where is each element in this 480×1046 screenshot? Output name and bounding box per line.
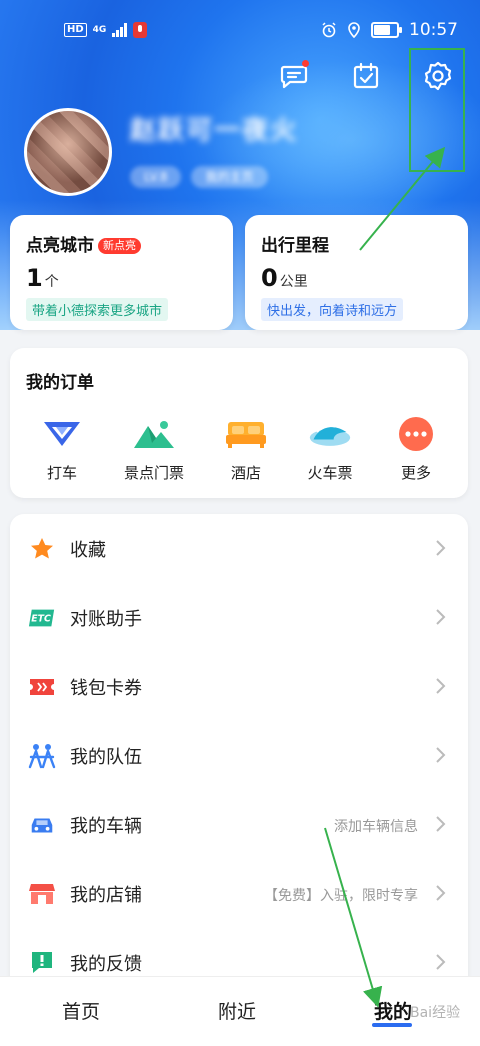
menu-item-wallet[interactable]: 钱包卡券 — [10, 652, 468, 721]
microphone-icon — [133, 22, 148, 38]
lit-cities-value: 1个 — [26, 264, 59, 292]
hotel-icon — [226, 422, 266, 448]
chevron-right-icon — [436, 678, 446, 694]
chevron-right-icon — [436, 816, 446, 832]
tab-nearby[interactable]: 附近 — [218, 997, 256, 1024]
order-more[interactable]: 更多 — [378, 416, 454, 483]
team-icon — [28, 744, 56, 769]
menu-hint: 添加车辆信息 — [334, 819, 418, 835]
chevron-right-icon — [436, 885, 446, 901]
order-label: 酒店 — [230, 464, 261, 482]
chevron-right-icon — [436, 609, 446, 625]
user-tags: LV.8 我的主页 — [130, 166, 268, 188]
avatar[interactable] — [24, 108, 112, 196]
svg-text:ETC: ETC — [31, 614, 51, 625]
tab-mine[interactable]: 我的 — [374, 997, 412, 1024]
chevron-right-icon — [436, 540, 446, 556]
order-scenic[interactable]: 景点门票 — [116, 416, 192, 483]
order-label: 景点门票 — [123, 464, 184, 482]
menu-item-shop[interactable]: 我的店铺 【免费】入驻，限时专享 — [10, 859, 468, 928]
star-icon — [31, 538, 53, 559]
menu-item-vehicle[interactable]: 我的车辆 添加车辆信息 — [10, 790, 468, 859]
user-nickname[interactable]: 赵跃可一夜火 — [130, 110, 310, 146]
checkin-button[interactable] — [348, 58, 384, 94]
lit-cities-title: 点亮城市 新点亮 — [26, 231, 168, 256]
etc-icon: ETC — [28, 609, 55, 627]
new-badge: 新点亮 — [98, 238, 141, 254]
coupon-icon — [30, 679, 54, 695]
user-tag[interactable]: 我的主页 — [191, 166, 268, 188]
checkin-icon — [353, 62, 379, 89]
active-tab-indicator — [372, 1023, 412, 1027]
mileage-title: 出行里程 — [261, 236, 329, 256]
unread-dot — [302, 60, 309, 67]
signal-icon — [112, 23, 128, 37]
message-button[interactable] — [276, 58, 312, 94]
menu-label: 钱包卡券 — [70, 678, 142, 699]
settings-highlight-box — [409, 48, 465, 172]
taxi-icon — [44, 422, 80, 446]
hd-indicator: HD — [64, 23, 87, 37]
menu-item-reconcile[interactable]: ETC 对账助手 — [10, 583, 468, 652]
menu-label: 对账助手 — [70, 609, 142, 630]
bottom-tab-bar: 首页 附近 我的 — [0, 976, 480, 1046]
menu-hint: 【免费】入驻，限时专享 — [264, 888, 418, 904]
order-label: 火车票 — [307, 464, 353, 482]
shop-icon — [29, 884, 55, 904]
mileage-value: 0 公里 — [261, 264, 308, 292]
menu-label: 收藏 — [70, 540, 106, 561]
location-icon — [348, 22, 360, 38]
my-orders-title: 我的订单 — [26, 373, 94, 393]
order-train[interactable]: 火车票 — [292, 416, 368, 483]
lit-cities-card[interactable]: 点亮城市 新点亮 1个 带着小德探索更多城市 — [10, 215, 233, 330]
menu-label: 我的队伍 — [70, 747, 142, 768]
mileage-card[interactable]: 出行里程 0 公里 快出发，向着诗和远方 — [245, 215, 468, 330]
scenic-icon — [134, 421, 174, 448]
mileage-hint: 快出发，向着诗和远方 — [261, 298, 404, 321]
lit-cities-hint: 带着小德探索更多城市 — [26, 298, 169, 321]
order-label: 更多 — [400, 464, 431, 482]
menu-item-favorites[interactable]: 收藏 — [10, 514, 468, 583]
train-icon — [309, 425, 351, 446]
alarm-icon — [322, 22, 336, 38]
order-label: 打车 — [46, 464, 77, 482]
network-type: 4G — [92, 24, 107, 35]
menu-item-team[interactable]: 我的队伍 — [10, 721, 468, 790]
feedback-icon — [32, 952, 52, 973]
order-taxi[interactable]: 打车 — [24, 416, 100, 483]
tab-home[interactable]: 首页 — [62, 997, 100, 1024]
status-bar: HD 4G 10:57 — [0, 0, 480, 60]
car-icon — [31, 818, 53, 833]
menu-label: 我的车辆 — [70, 816, 142, 837]
user-tag[interactable]: LV.8 — [130, 166, 182, 188]
battery-icon — [371, 22, 402, 38]
clock: 10:57 — [409, 20, 458, 40]
chevron-right-icon — [436, 954, 446, 970]
more-icon — [399, 417, 433, 451]
chevron-right-icon — [436, 747, 446, 763]
order-hotel[interactable]: 酒店 — [208, 416, 284, 483]
watermark: Bai经验 — [410, 1005, 461, 1021]
menu-label: 我的反馈 — [70, 954, 142, 975]
menu-label: 我的店铺 — [70, 885, 142, 906]
